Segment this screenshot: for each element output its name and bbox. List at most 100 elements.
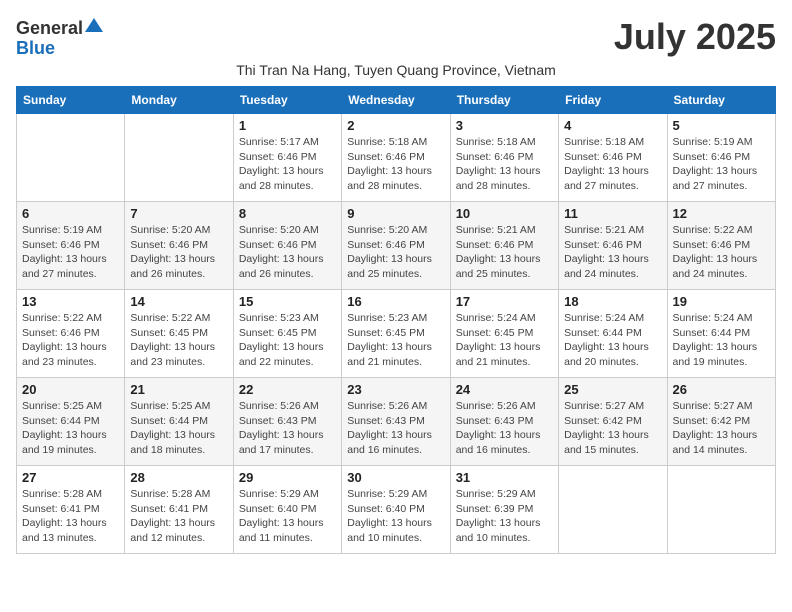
day-number: 30 (347, 470, 444, 485)
calendar-day-header: Wednesday (342, 87, 450, 114)
calendar-cell: 2 Sunrise: 5:18 AMSunset: 6:46 PMDaylight… (342, 114, 450, 202)
calendar-week-row: 1 Sunrise: 5:17 AMSunset: 6:46 PMDaylight… (17, 114, 776, 202)
day-number: 27 (22, 470, 119, 485)
calendar-cell: 11Sunrise: 5:21 AMSunset: 6:46 PMDayligh… (559, 202, 667, 290)
day-number: 20 (22, 382, 119, 397)
calendar-cell: 29 Sunrise: 5:29 AMSunset: 6:40 PMDayligh… (233, 466, 341, 554)
calendar-cell (667, 466, 775, 554)
calendar-day-header: Monday (125, 87, 233, 114)
calendar-cell: 4Sunrise: 5:18 AMSunset: 6:46 PMDaylight… (559, 114, 667, 202)
calendar-cell: 10Sunrise: 5:21 AMSunset: 6:46 PMDayligh… (450, 202, 558, 290)
day-info: Sunrise: 5:27 AMSunset: 6:42 PMDaylight:… (673, 399, 770, 458)
day-info: Sunrise: 5:24 AMSunset: 6:45 PMDaylight:… (456, 311, 553, 370)
day-info: Sunrise: 5:19 AMSunset: 6:46 PMDaylight:… (22, 223, 119, 282)
day-info: Sunrise: 5:29 AMSunset: 6:39 PMDaylight:… (456, 487, 553, 546)
day-number: 12 (673, 206, 770, 221)
day-info: Sunrise: 5:19 AMSunset: 6:46 PMDaylight:… (673, 135, 770, 194)
day-number: 28 (130, 470, 227, 485)
calendar-cell (125, 114, 233, 202)
day-info: Sunrise: 5:22 AMSunset: 6:46 PMDaylight:… (22, 311, 119, 370)
day-number: 14 (130, 294, 227, 309)
logo: General Blue (16, 16, 103, 57)
day-info: Sunrise: 5:29 AMSunset: 6:40 PMDaylight:… (239, 487, 336, 546)
day-info: Sunrise: 5:26 AMSunset: 6:43 PMDaylight:… (239, 399, 336, 458)
day-info: Sunrise: 5:26 AMSunset: 6:43 PMDaylight:… (456, 399, 553, 458)
calendar-cell: 31 Sunrise: 5:29 AMSunset: 6:39 PMDayligh… (450, 466, 558, 554)
day-info: Sunrise: 5:24 AMSunset: 6:44 PMDaylight:… (673, 311, 770, 370)
day-info: Sunrise: 5:22 AMSunset: 6:45 PMDaylight:… (130, 311, 227, 370)
calendar-cell: 14 Sunrise: 5:22 AMSunset: 6:45 PMDayligh… (125, 290, 233, 378)
day-number: 1 (239, 118, 336, 133)
day-number: 3 (456, 118, 553, 133)
calendar-cell: 6 Sunrise: 5:19 AMSunset: 6:46 PMDaylight… (17, 202, 125, 290)
day-number: 19 (673, 294, 770, 309)
calendar-cell: 21Sunrise: 5:25 AMSunset: 6:44 PMDayligh… (125, 378, 233, 466)
day-number: 2 (347, 118, 444, 133)
day-number: 23 (347, 382, 444, 397)
day-number: 26 (673, 382, 770, 397)
day-number: 6 (22, 206, 119, 221)
day-info: Sunrise: 5:25 AMSunset: 6:44 PMDaylight:… (22, 399, 119, 458)
day-info: Sunrise: 5:22 AMSunset: 6:46 PMDaylight:… (673, 223, 770, 282)
day-number: 17 (456, 294, 553, 309)
day-info: Sunrise: 5:20 AMSunset: 6:46 PMDaylight:… (130, 223, 227, 282)
day-info: Sunrise: 5:27 AMSunset: 6:42 PMDaylight:… (564, 399, 661, 458)
day-info: Sunrise: 5:17 AMSunset: 6:46 PMDaylight:… (239, 135, 336, 194)
logo-blue-text: Blue (16, 39, 55, 57)
calendar-cell: 5 Sunrise: 5:19 AMSunset: 6:46 PMDaylight… (667, 114, 775, 202)
day-info: Sunrise: 5:21 AMSunset: 6:46 PMDaylight:… (456, 223, 553, 282)
page-header: General Blue July 2025 (16, 16, 776, 58)
day-info: Sunrise: 5:23 AMSunset: 6:45 PMDaylight:… (239, 311, 336, 370)
calendar-cell (17, 114, 125, 202)
day-info: Sunrise: 5:18 AMSunset: 6:46 PMDaylight:… (564, 135, 661, 194)
calendar-table: SundayMondayTuesdayWednesdayThursdayFrid… (16, 86, 776, 554)
calendar-day-header: Thursday (450, 87, 558, 114)
calendar-cell: 7Sunrise: 5:20 AMSunset: 6:46 PMDaylight… (125, 202, 233, 290)
day-number: 13 (22, 294, 119, 309)
calendar-cell: 15 Sunrise: 5:23 AMSunset: 6:45 PMDayligh… (233, 290, 341, 378)
calendar-cell: 30 Sunrise: 5:29 AMSunset: 6:40 PMDayligh… (342, 466, 450, 554)
location-subtitle: Thi Tran Na Hang, Tuyen Quang Province, … (16, 62, 776, 78)
day-info: Sunrise: 5:28 AMSunset: 6:41 PMDaylight:… (130, 487, 227, 546)
calendar-cell: 19 Sunrise: 5:24 AMSunset: 6:44 PMDayligh… (667, 290, 775, 378)
calendar-day-header: Tuesday (233, 87, 341, 114)
calendar-cell: 20 Sunrise: 5:25 AMSunset: 6:44 PMDayligh… (17, 378, 125, 466)
day-info: Sunrise: 5:26 AMSunset: 6:43 PMDaylight:… (347, 399, 444, 458)
day-number: 15 (239, 294, 336, 309)
calendar-week-row: 27 Sunrise: 5:28 AMSunset: 6:41 PMDayligh… (17, 466, 776, 554)
day-number: 31 (456, 470, 553, 485)
calendar-cell: 22Sunrise: 5:26 AMSunset: 6:43 PMDayligh… (233, 378, 341, 466)
calendar-cell (559, 466, 667, 554)
day-info: Sunrise: 5:21 AMSunset: 6:46 PMDaylight:… (564, 223, 661, 282)
calendar-week-row: 13 Sunrise: 5:22 AMSunset: 6:46 PMDayligh… (17, 290, 776, 378)
day-number: 8 (239, 206, 336, 221)
calendar-week-row: 6 Sunrise: 5:19 AMSunset: 6:46 PMDaylight… (17, 202, 776, 290)
calendar-cell: 13 Sunrise: 5:22 AMSunset: 6:46 PMDayligh… (17, 290, 125, 378)
day-number: 24 (456, 382, 553, 397)
day-info: Sunrise: 5:24 AMSunset: 6:44 PMDaylight:… (564, 311, 661, 370)
day-info: Sunrise: 5:18 AMSunset: 6:46 PMDaylight:… (456, 135, 553, 194)
calendar-cell: 25 Sunrise: 5:27 AMSunset: 6:42 PMDayligh… (559, 378, 667, 466)
calendar-cell: 26 Sunrise: 5:27 AMSunset: 6:42 PMDayligh… (667, 378, 775, 466)
day-number: 18 (564, 294, 661, 309)
day-info: Sunrise: 5:18 AMSunset: 6:46 PMDaylight:… (347, 135, 444, 194)
calendar-cell: 27 Sunrise: 5:28 AMSunset: 6:41 PMDayligh… (17, 466, 125, 554)
calendar-cell: 16Sunrise: 5:23 AMSunset: 6:45 PMDayligh… (342, 290, 450, 378)
calendar-cell: 8 Sunrise: 5:20 AMSunset: 6:46 PMDaylight… (233, 202, 341, 290)
day-info: Sunrise: 5:29 AMSunset: 6:40 PMDaylight:… (347, 487, 444, 546)
day-number: 25 (564, 382, 661, 397)
day-number: 5 (673, 118, 770, 133)
logo-general-text: General (16, 19, 83, 37)
calendar-cell: 9Sunrise: 5:20 AMSunset: 6:46 PMDaylight… (342, 202, 450, 290)
calendar-header-row: SundayMondayTuesdayWednesdayThursdayFrid… (17, 87, 776, 114)
day-number: 29 (239, 470, 336, 485)
calendar-cell: 3 Sunrise: 5:18 AMSunset: 6:46 PMDaylight… (450, 114, 558, 202)
day-info: Sunrise: 5:20 AMSunset: 6:46 PMDaylight:… (239, 223, 336, 282)
day-number: 16 (347, 294, 444, 309)
logo-icon (85, 16, 103, 34)
day-number: 21 (130, 382, 227, 397)
calendar-cell: 18 Sunrise: 5:24 AMSunset: 6:44 PMDayligh… (559, 290, 667, 378)
calendar-cell: 23 Sunrise: 5:26 AMSunset: 6:43 PMDayligh… (342, 378, 450, 466)
day-info: Sunrise: 5:28 AMSunset: 6:41 PMDaylight:… (22, 487, 119, 546)
calendar-title: July 2025 (614, 16, 776, 58)
